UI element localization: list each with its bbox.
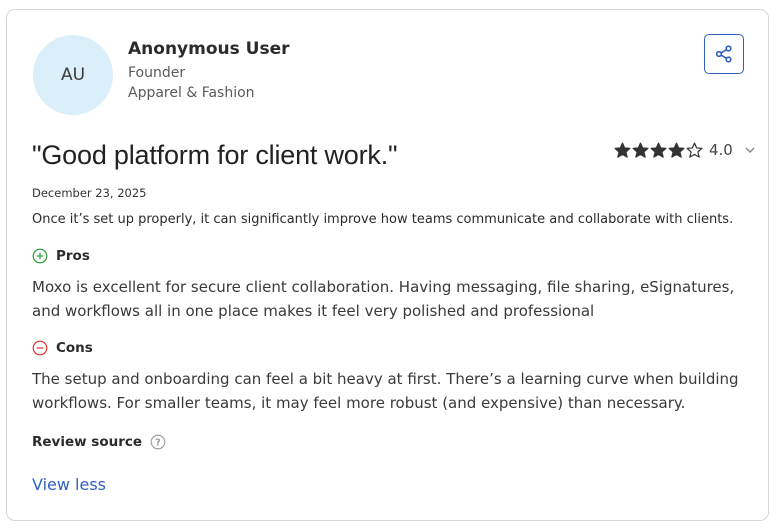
plus-circle-icon [32,248,48,264]
cons-text: The setup and onboarding can feel a bit … [32,370,739,412]
review-title: "Good platform for client work." [32,140,398,170]
reviewer-role: Founder [128,65,186,81]
svg-text:?: ? [155,438,161,449]
star-filled-icon [650,142,667,158]
cons-heading: Cons [32,340,93,356]
star-empty-icon [686,142,703,158]
question-circle-icon[interactable]: ? [150,434,166,450]
cons-label: Cons [56,340,93,356]
review-source-label: Review source [32,434,143,450]
rating: 4.0 [614,141,757,159]
review-source: Review source ? [32,434,166,450]
share-button[interactable] [704,34,744,74]
chevron-down-icon[interactable] [743,143,757,157]
pros-label: Pros [56,248,90,264]
review-card: AU Anonymous User Founder Apparel & Fash… [6,9,769,521]
star-filled-icon [632,142,649,158]
share-icon [715,45,732,63]
star-rating [614,142,703,159]
reviewer-industry: Apparel & Fashion [128,85,255,101]
review-summary: Once it’s set up properly, it can signif… [32,212,734,227]
avatar-initials: AU [60,65,86,85]
view-less-link[interactable]: View less [32,475,106,494]
star-filled-icon [668,142,685,158]
review-date: December 23, 2025 [32,186,147,200]
rating-value: 4.0 [709,141,733,159]
reviewer-name: Anonymous User [128,39,290,59]
avatar: AU [33,35,113,115]
minus-circle-icon [32,340,48,356]
pros-text: Moxo is excellent for secure client coll… [32,278,735,320]
star-filled-icon [614,142,631,158]
pros-heading: Pros [32,248,90,264]
